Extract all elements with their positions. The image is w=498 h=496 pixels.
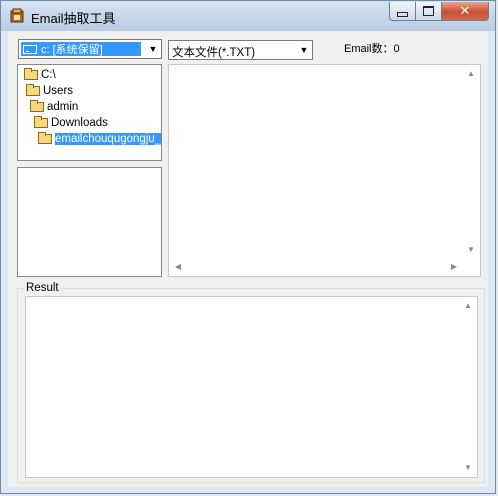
drive-select[interactable]: c: [系统保留] ▼ xyxy=(18,39,162,59)
minimize-button[interactable] xyxy=(389,2,416,21)
chevron-down-icon[interactable]: ▼ xyxy=(147,43,159,55)
email-count-label: Email数：0 xyxy=(344,43,400,55)
scroll-right-icon[interactable]: ▶ xyxy=(448,261,460,273)
tree-item-label: emailchouqugongju_it xyxy=(55,133,161,145)
app-icon xyxy=(10,8,24,23)
scroll-up-icon[interactable]: ▲ xyxy=(465,68,477,80)
file-list[interactable] xyxy=(17,167,162,277)
open-folder-icon xyxy=(38,132,52,144)
open-folder-icon xyxy=(30,100,44,112)
title-bar[interactable]: Email抽取工具 ✕ xyxy=(1,1,495,31)
app-window: Email抽取工具 ✕ c: [系统保留] ▼ 文本文件(*.TXT) ▼ Em… xyxy=(0,0,496,494)
open-folder-icon xyxy=(34,116,48,128)
scroll-left-icon[interactable]: ◀ xyxy=(172,261,184,273)
preview-area[interactable]: ▲ ▼ ◀ ▶ xyxy=(168,64,481,277)
tree-item-c-drive[interactable]: C:\ xyxy=(24,67,56,83)
tree-item-label: C:\ xyxy=(41,69,56,81)
open-folder-icon xyxy=(26,84,40,96)
close-button[interactable]: ✕ xyxy=(441,2,489,21)
tree-item-label: Users xyxy=(43,85,74,97)
result-textarea[interactable]: ▲ ▼ xyxy=(25,296,478,478)
tree-item-admin[interactable]: admin xyxy=(30,99,78,115)
folder-tree[interactable]: C:\ Users admin Downloads emailchouqugon… xyxy=(17,64,162,161)
file-type-select[interactable]: 文本文件(*.TXT) ▼ xyxy=(168,40,313,60)
tree-item-downloads[interactable]: Downloads xyxy=(34,115,108,131)
scroll-up-icon[interactable]: ▲ xyxy=(462,300,474,312)
close-icon: ✕ xyxy=(459,3,471,18)
client-area: c: [系统保留] ▼ 文本文件(*.TXT) ▼ Email数：0 C:\ U… xyxy=(8,31,488,487)
drive-icon xyxy=(23,44,37,54)
scroll-down-icon[interactable]: ▼ xyxy=(462,462,474,474)
tree-item-emailchouqugongju[interactable]: emailchouqugongju_it xyxy=(38,131,161,147)
window-title: Email抽取工具 xyxy=(31,11,116,26)
tree-item-label: Downloads xyxy=(51,117,108,129)
minimize-icon xyxy=(397,11,408,17)
drive-label: c: [系统保留] xyxy=(41,44,103,56)
tree-item-label: admin xyxy=(47,101,79,113)
file-type-label: 文本文件(*.TXT) xyxy=(172,47,256,59)
maximize-button[interactable] xyxy=(415,2,442,21)
vertical-scrollbar[interactable]: ▲ ▼ xyxy=(460,297,477,477)
horizontal-scrollbar[interactable]: ◀ ▶ xyxy=(169,259,463,276)
result-label: Result xyxy=(24,282,61,294)
open-folder-icon xyxy=(24,68,38,80)
scroll-down-icon[interactable]: ▼ xyxy=(465,244,477,256)
chevron-down-icon[interactable]: ▼ xyxy=(298,44,310,56)
vertical-scrollbar[interactable]: ▲ ▼ xyxy=(463,65,480,259)
tree-item-users[interactable]: Users xyxy=(26,83,73,99)
maximize-icon xyxy=(423,6,434,16)
drive-selected-value: c: [系统保留] xyxy=(21,42,141,56)
